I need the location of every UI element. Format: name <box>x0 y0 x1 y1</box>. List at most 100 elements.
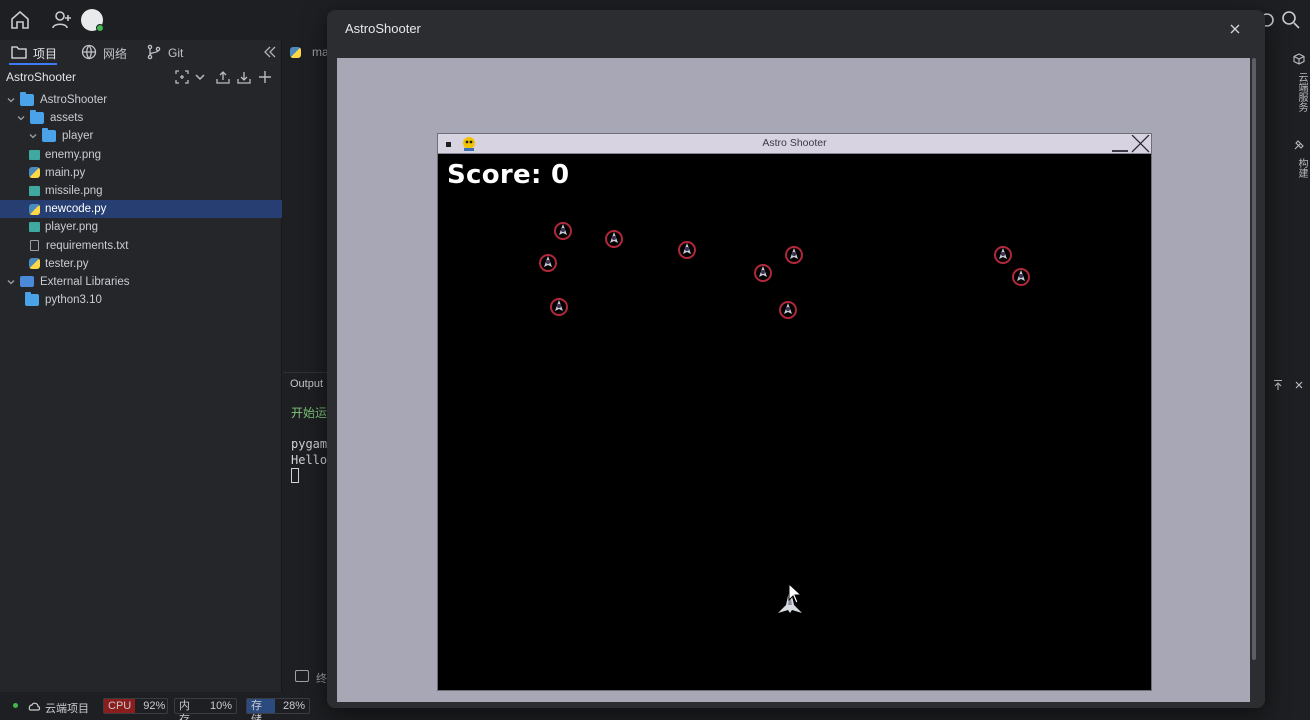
cloud-service-tab[interactable]: 云端服务 <box>1294 72 1309 112</box>
storage-label: 存储 <box>247 699 275 720</box>
library-icon <box>20 276 34 288</box>
tree-item-python310[interactable]: python3.10 <box>0 291 282 309</box>
folder-icon <box>20 92 34 107</box>
enemy-ship-icon <box>677 240 697 260</box>
score-label: Score: 0 <box>447 160 570 190</box>
active-tab-indicator <box>9 63 57 65</box>
sidebar-tabs: 项目 网络 Git <box>0 40 282 66</box>
terminal-icon[interactable] <box>295 670 309 682</box>
cloud-project-label[interactable]: 云端项目 <box>45 700 89 716</box>
run-preview-dialog: AstroShooter Astro Shooter Score: 0 <box>327 10 1265 708</box>
tab-network-label: 网络 <box>103 46 128 61</box>
chevron-down-icon <box>7 98 15 103</box>
tree-item-label: requirements.txt <box>46 239 129 252</box>
tree-item-player-folder[interactable]: player <box>0 127 282 145</box>
tree-item-assets[interactable]: assets <box>0 109 282 127</box>
globe-icon <box>81 44 97 63</box>
enemy-ship-icon <box>778 300 798 320</box>
output-tab[interactable]: Output <box>290 378 323 390</box>
tab-project[interactable]: 项目 <box>11 44 57 62</box>
tree-item-label: AstroShooter <box>40 94 108 107</box>
tree-item-label: tester.py <box>45 257 89 270</box>
console-cursor <box>291 468 299 483</box>
tree-item-newcode-py[interactable]: newcode.py <box>0 200 282 219</box>
storage-value: 28% <box>282 700 305 712</box>
game-window-title: Astro Shooter <box>762 137 827 149</box>
tab-git-label: Git <box>168 46 184 60</box>
tree-item-label: player <box>62 130 94 143</box>
scrollbar[interactable] <box>1252 58 1256 660</box>
avatar[interactable] <box>81 9 104 32</box>
tree-item-label: python3.10 <box>45 294 102 307</box>
python-file-icon <box>29 167 40 179</box>
tab-git[interactable]: Git <box>146 44 183 62</box>
storage-usage: 存储 28% <box>246 698 310 720</box>
online-status-dot <box>96 24 104 32</box>
cloud-icon <box>27 700 41 712</box>
cpu-label: CPU <box>104 699 136 713</box>
build-tab[interactable]: 构建 <box>1294 158 1309 178</box>
game-titlebar[interactable]: Astro Shooter <box>438 134 1151 154</box>
tree-item-player-png[interactable]: player.png <box>0 218 282 236</box>
text-file-icon <box>30 240 39 252</box>
locate-icon[interactable] <box>174 69 190 85</box>
tree-item-label: newcode.py <box>45 203 107 216</box>
python-file-icon <box>29 203 40 215</box>
chevron-down-icon <box>7 280 15 285</box>
search-icon[interactable] <box>1280 9 1302 31</box>
tree-item-label: missile.png <box>45 185 103 198</box>
image-file-icon <box>29 222 40 233</box>
tree-item-main-py[interactable]: main.py <box>0 164 282 182</box>
console-output: 开始运 pygam Hello <box>291 406 327 484</box>
memory-usage: 内存 10% <box>174 698 237 720</box>
tree-item-enemy-png[interactable]: enemy.png <box>0 146 282 164</box>
chevron-down-icon[interactable] <box>192 69 208 85</box>
tab-project-label: 项目 <box>33 46 58 61</box>
file-tree: AstroShooter assets player enemy.png mai… <box>0 91 282 309</box>
image-file-icon <box>29 186 40 197</box>
close-icon[interactable] <box>1227 21 1243 37</box>
tree-item-missile-png[interactable]: missile.png <box>0 182 282 200</box>
chevron-down-icon <box>17 116 25 121</box>
tree-item-tester-py[interactable]: tester.py <box>0 255 282 273</box>
editor-tab-main[interactable]: ma <box>290 45 329 59</box>
hammer-icon[interactable] <box>1293 138 1305 150</box>
add-user-icon[interactable] <box>51 9 73 31</box>
home-icon[interactable] <box>9 9 31 31</box>
project-name: AstroShooter <box>6 70 77 84</box>
tree-item-astroshooter[interactable]: AstroShooter <box>0 91 282 109</box>
pin-icon[interactable] <box>1272 378 1284 390</box>
tree-item-label: main.py <box>45 166 86 179</box>
enemy-ship-icon <box>1011 267 1031 287</box>
python-file-icon <box>290 46 301 58</box>
image-file-icon <box>29 149 40 160</box>
connection-status-dot <box>13 703 18 708</box>
memory-value: 10% <box>209 700 232 712</box>
game-window[interactable]: Astro Shooter Score: 0 <box>437 133 1152 691</box>
add-icon[interactable] <box>257 69 273 85</box>
cpu-value: 92% <box>143 700 166 712</box>
console-line: 开始运 <box>291 406 328 420</box>
tree-item-label: enemy.png <box>45 148 102 161</box>
tree-item-external-libraries[interactable]: External Libraries <box>0 273 282 291</box>
minimize-button[interactable] <box>1112 150 1128 152</box>
game-canvas[interactable]: Score: 0 <box>438 155 1151 690</box>
close-icon[interactable] <box>1130 134 1150 153</box>
enemy-ship-icon <box>553 221 573 241</box>
cube-icon[interactable] <box>1293 52 1305 65</box>
remote-display-canvas[interactable]: Astro Shooter Score: 0 <box>337 58 1250 702</box>
enemy-ship-icon <box>549 297 569 317</box>
tree-item-label: player.png <box>45 221 99 234</box>
close-panel-icon[interactable] <box>1293 378 1305 390</box>
terminal-tab-label[interactable]: 终 <box>316 670 327 686</box>
tab-network[interactable]: 网络 <box>81 44 127 62</box>
download-icon[interactable] <box>236 69 252 85</box>
upload-icon[interactable] <box>215 69 231 85</box>
tree-item-label: External Libraries <box>40 275 130 288</box>
collapse-sidebar-icon[interactable] <box>262 44 278 60</box>
folder-icon <box>11 44 27 63</box>
tree-item-requirements-txt[interactable]: requirements.txt <box>0 237 282 255</box>
enemy-ship-icon <box>604 229 624 249</box>
tree-item-label: assets <box>50 112 84 125</box>
enemy-ship-icon <box>993 245 1013 265</box>
